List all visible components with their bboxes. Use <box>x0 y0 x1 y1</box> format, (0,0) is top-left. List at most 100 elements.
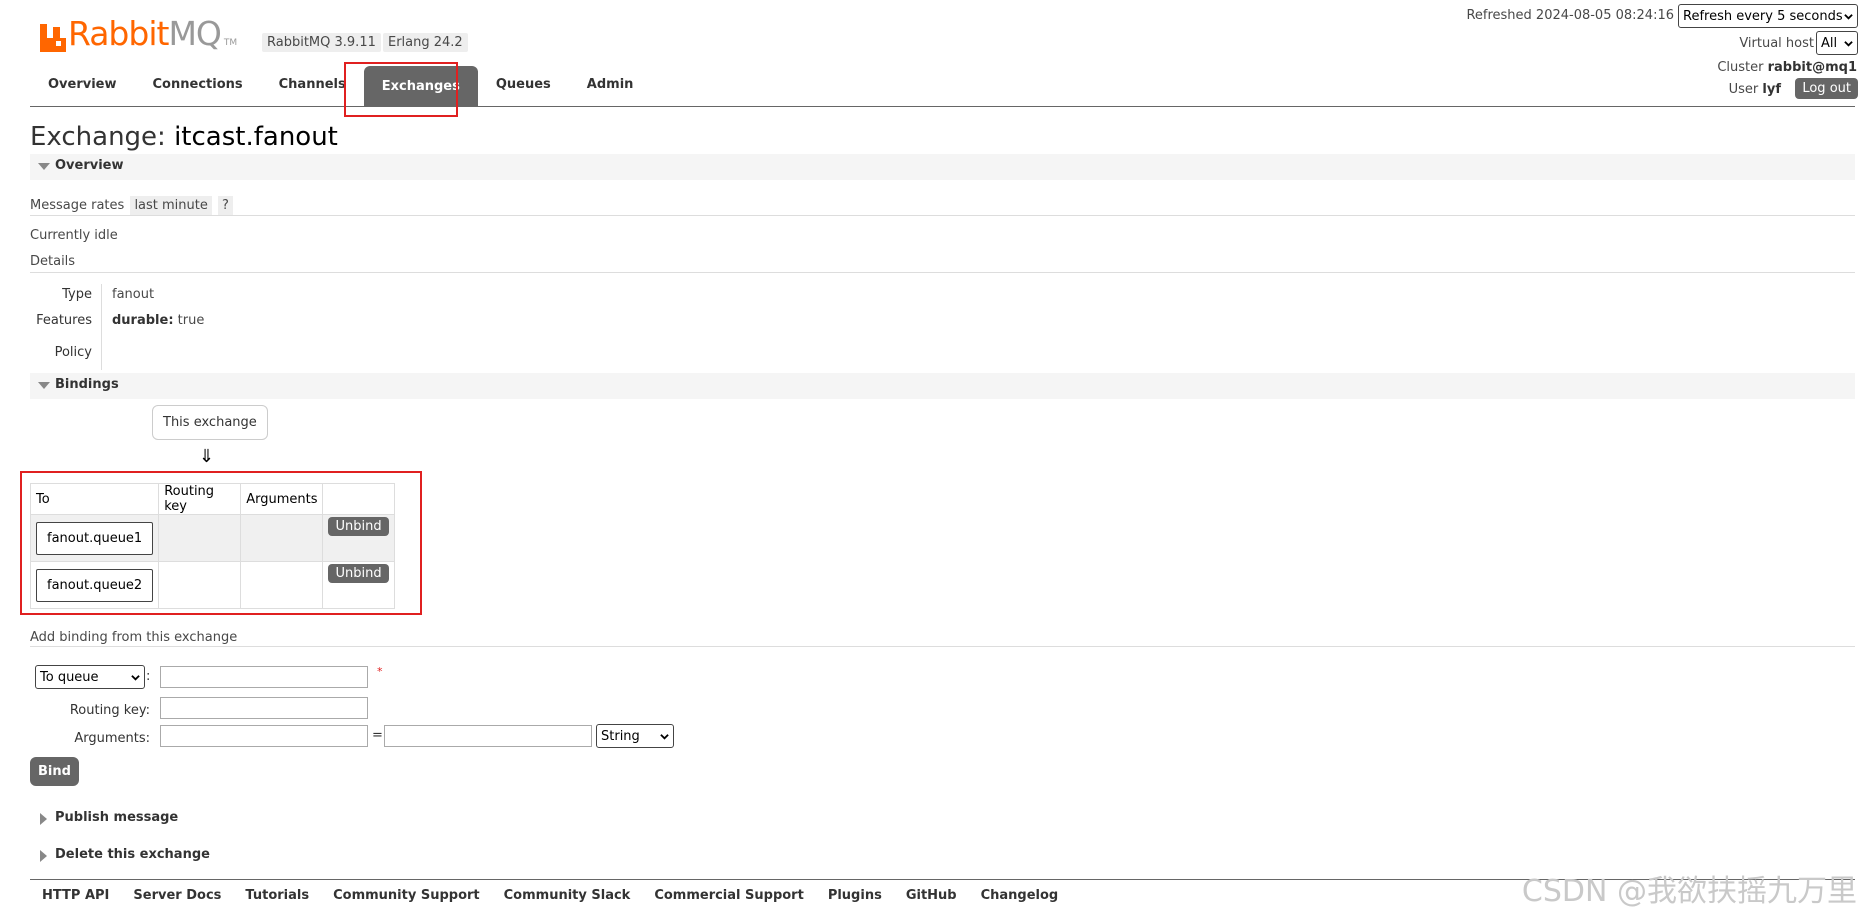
binding-action-cell: Unbind <box>322 514 395 562</box>
argument-key-input[interactable] <box>160 725 368 747</box>
details-value-type: fanout <box>112 287 155 302</box>
rabbitmq-version-badge: RabbitMQ 3.9.11 <box>262 33 381 52</box>
footer-link-http-api[interactable]: HTTP API <box>30 888 121 903</box>
details-row-features: Features durable: true <box>30 310 204 336</box>
binding-destination-cell: fanout.queue1 <box>29 514 160 562</box>
feature-durable-value: true <box>177 313 205 328</box>
delete-exchange-label: Delete this exchange <box>55 847 210 862</box>
logo-text-rabbit: Rabbit <box>68 14 169 53</box>
destination-input[interactable] <box>160 666 368 688</box>
column-header-arguments: Arguments <box>240 483 324 515</box>
status-text: Currently idle <box>30 228 118 243</box>
cluster-info: Cluster rabbit@mq1 <box>1717 60 1857 75</box>
table-header-row: To Routing key Arguments <box>29 483 395 515</box>
footer-link-server-docs[interactable]: Server Docs <box>121 888 233 903</box>
main-nav-tabs: Overview Connections Channels Exchanges … <box>30 64 651 106</box>
table-row: fanout.queue1 Unbind <box>29 514 395 562</box>
tabs-divider <box>30 106 1855 107</box>
rabbitmq-logo[interactable]: Rabbit MQ TM <box>40 12 237 52</box>
footer-link-plugins[interactable]: Plugins <box>816 888 894 903</box>
page-title: Exchange: itcast.fanout <box>30 122 338 152</box>
tab-queues[interactable]: Queues <box>478 64 569 106</box>
publish-message-section-toggle[interactable]: Publish message <box>30 806 630 832</box>
unbind-button[interactable]: Unbind <box>328 564 389 583</box>
highlight-box-exchanges-tab <box>344 62 458 117</box>
details-key: Policy <box>30 336 102 370</box>
footer-links: HTTP API Server Docs Tutorials Community… <box>30 888 1070 903</box>
chevron-down-icon <box>131 674 140 681</box>
details-value-policy <box>102 336 112 362</box>
footer-link-community-support[interactable]: Community Support <box>321 888 492 903</box>
user-value: lyf <box>1762 82 1781 97</box>
arguments-equals: = <box>372 728 383 743</box>
refreshed-timestamp: Refreshed 2024-08-05 08:24:16 <box>1466 8 1674 23</box>
logo-text-mq: MQ <box>168 14 221 53</box>
this-exchange-box: This exchange <box>152 405 268 440</box>
tab-admin[interactable]: Admin <box>569 64 652 106</box>
rabbitmq-logo-icon <box>40 24 66 52</box>
erlang-version-badge: Erlang 24.2 <box>383 33 468 52</box>
footer-link-commercial-support[interactable]: Commercial Support <box>642 888 816 903</box>
triangle-right-icon <box>40 850 47 862</box>
queue-link[interactable]: fanout.queue1 <box>36 521 154 555</box>
argument-type-select[interactable]: String <box>596 724 674 748</box>
table-row: fanout.queue2 Unbind <box>29 561 395 609</box>
column-header-action <box>322 483 395 515</box>
triangle-down-icon <box>38 382 50 389</box>
page-title-prefix: Exchange: <box>30 122 166 152</box>
details-row-type: Type fanout <box>30 284 204 310</box>
bind-button[interactable]: Bind <box>30 757 79 786</box>
destination-type-select[interactable]: To queue <box>35 665 145 689</box>
tab-overview[interactable]: Overview <box>30 64 135 106</box>
virtual-host-label: Virtual host <box>1739 36 1814 51</box>
binding-routing-key-cell <box>158 561 242 609</box>
queue-link[interactable]: fanout.queue2 <box>36 568 154 602</box>
logo-tm: TM <box>223 38 238 48</box>
destination-type-value: To queue <box>40 669 99 685</box>
footer-link-tutorials[interactable]: Tutorials <box>233 888 321 903</box>
logout-button[interactable]: Log out <box>1795 78 1858 99</box>
details-value-features: durable: true <box>102 310 204 336</box>
divider <box>30 215 1855 216</box>
publish-message-label: Publish message <box>55 810 179 825</box>
chevron-down-icon <box>1844 13 1853 20</box>
routing-key-input[interactable] <box>160 697 368 719</box>
watermark: CSDN @我欲扶摇九万里 <box>1521 874 1857 909</box>
overview-section-toggle[interactable]: Overview <box>30 154 1855 180</box>
binding-arguments-cell <box>240 514 324 562</box>
chevron-down-icon <box>660 733 669 740</box>
binding-routing-key-cell <box>158 514 242 562</box>
user-info: User lyf <box>1729 82 1781 97</box>
details-table: Type fanout Features durable: true Polic… <box>30 284 204 370</box>
bindings-section-label: Bindings <box>55 377 119 392</box>
bindings-table: To Routing key Arguments fanout.queue1 U… <box>29 483 395 609</box>
argument-value-input[interactable] <box>384 725 592 747</box>
help-button[interactable]: ? <box>218 196 233 215</box>
refresh-interval-value: Refresh every 5 seconds <box>1683 8 1843 24</box>
tab-connections[interactable]: Connections <box>135 64 261 106</box>
virtual-host-value: All <box>1821 35 1838 51</box>
user-label: User <box>1728 82 1759 97</box>
triangle-down-icon <box>38 163 50 170</box>
unbind-button[interactable]: Unbind <box>328 517 389 536</box>
column-header-routing-key: Routing key <box>158 483 242 515</box>
overview-section-label: Overview <box>55 158 124 173</box>
bindings-section-toggle[interactable]: Bindings <box>30 373 1855 399</box>
delete-exchange-section-toggle[interactable]: Delete this exchange <box>30 843 630 869</box>
refresh-interval-select[interactable]: Refresh every 5 seconds <box>1678 4 1858 28</box>
triangle-right-icon <box>40 813 47 825</box>
virtual-host-select[interactable]: All <box>1816 31 1858 55</box>
footer-link-changelog[interactable]: Changelog <box>969 888 1071 903</box>
argument-type-value: String <box>601 728 640 744</box>
cluster-value: rabbit@mq1 <box>1767 60 1857 75</box>
details-label: Details <box>30 254 76 269</box>
binding-arguments-cell <box>240 561 324 609</box>
required-mark: * <box>377 665 383 678</box>
message-rates: Message rates last minute ? <box>30 196 233 215</box>
footer-link-community-slack[interactable]: Community Slack <box>492 888 643 903</box>
details-key: Features <box>30 310 102 336</box>
footer-link-github[interactable]: GitHub <box>894 888 969 903</box>
message-rates-range[interactable]: last minute <box>130 196 212 215</box>
details-row-policy: Policy <box>30 336 204 370</box>
column-header-to: To <box>29 483 160 515</box>
